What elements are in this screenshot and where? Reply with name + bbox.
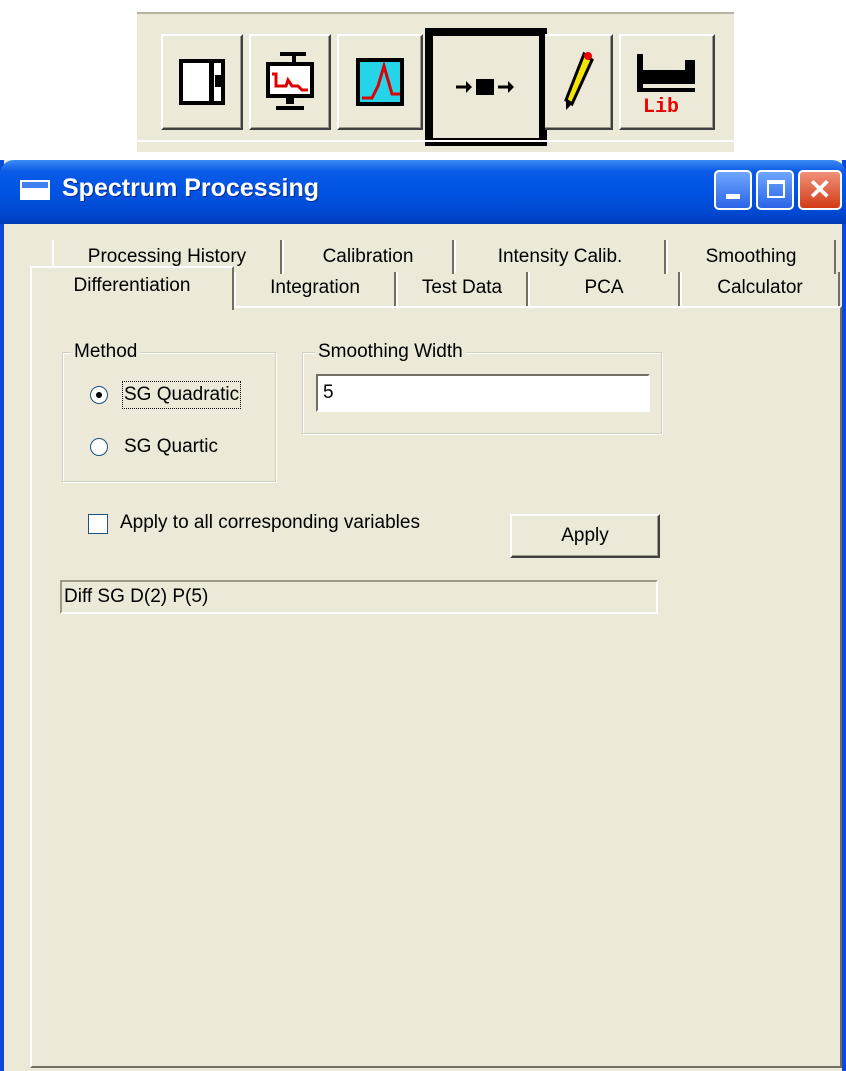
smoothing-width-title: Smoothing Width [315, 340, 466, 364]
panel-view-icon [179, 59, 225, 105]
radio-sg-quadratic-label[interactable]: SG Quadratic [121, 381, 242, 409]
tab-differentiation[interactable]: Differentiation [30, 266, 234, 310]
minimize-button[interactable] [714, 170, 752, 210]
maximize-button[interactable] [756, 170, 794, 210]
close-button[interactable]: ✕ [798, 170, 842, 210]
toolbar-separator [137, 140, 734, 142]
tab-pca[interactable]: PCA [528, 272, 680, 306]
window-icon [20, 180, 50, 200]
method-group: Method [62, 340, 276, 482]
toolbar-button-spectrum-trace[interactable] [249, 34, 331, 130]
tab-integration[interactable]: Integration [234, 272, 396, 306]
apply-all-label[interactable]: Apply to all corresponding variables [120, 511, 420, 535]
library-icon: Lib [637, 54, 695, 116]
processing-status-field: Diff SG D(2) P(5) [60, 580, 658, 614]
toolbar-button-peak-plot[interactable] [337, 34, 423, 130]
tab-intensity-calib[interactable]: Intensity Calib. [454, 240, 666, 274]
library-icon-label: Lib [643, 96, 679, 116]
maximize-icon [767, 180, 785, 198]
tab-test-data[interactable]: Test Data [396, 272, 528, 306]
toolbar-button-process[interactable] [425, 28, 547, 146]
pen-edit-icon [564, 51, 594, 110]
smoothing-width-input[interactable]: 5 [316, 374, 650, 412]
method-group-title: Method [71, 340, 141, 364]
radio-selected-dot [96, 392, 102, 398]
minimize-icon [726, 194, 740, 199]
apply-all-checkbox[interactable] [88, 514, 108, 534]
title-bar[interactable]: Spectrum Processing ✕ [0, 160, 846, 224]
spectrum-trace-icon [266, 52, 314, 110]
window-title: Spectrum Processing [62, 174, 320, 202]
toolbar: Lib [137, 12, 734, 152]
apply-button[interactable]: Apply [510, 514, 660, 558]
toolbar-button-pen[interactable] [545, 34, 613, 130]
radio-sg-quadratic[interactable] [90, 386, 108, 404]
toolbar-button-library[interactable]: Lib [619, 34, 715, 130]
close-icon: ✕ [808, 174, 832, 205]
process-arrow-icon [456, 79, 514, 95]
tab-smoothing[interactable]: Smoothing [666, 240, 836, 274]
radio-sg-quartic-label[interactable]: SG Quartic [124, 435, 218, 459]
peak-plot-icon [356, 58, 404, 106]
tab-calculator[interactable]: Calculator [680, 272, 840, 306]
radio-sg-quartic[interactable] [90, 438, 108, 456]
toolbar-button-panel-view[interactable] [161, 34, 243, 130]
tab-calibration[interactable]: Calibration [282, 240, 454, 274]
